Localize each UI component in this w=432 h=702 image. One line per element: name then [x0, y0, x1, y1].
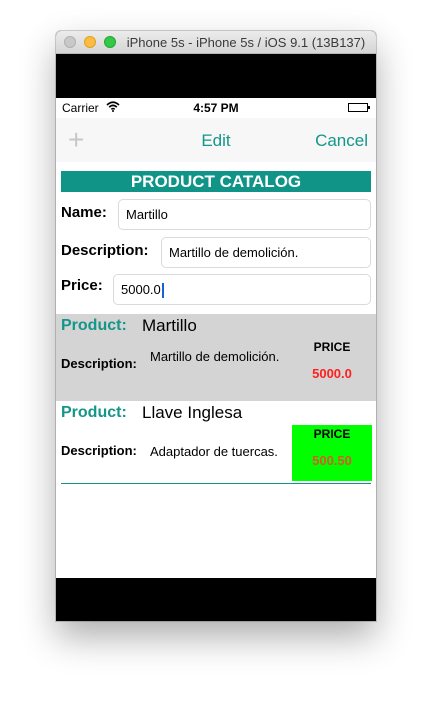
- close-window-button[interactable]: [64, 36, 76, 48]
- price-header: PRICE: [313, 427, 351, 441]
- simulator-window: iPhone 5s - iPhone 5s / iOS 9.1 (13B137)…: [56, 31, 376, 621]
- product-row[interactable]: Product: Martillo Description: Martillo …: [56, 314, 376, 401]
- cancel-button[interactable]: Cancel: [315, 131, 368, 151]
- description-label: Description:: [61, 356, 137, 371]
- product-label: Product:: [61, 404, 127, 421]
- phone-screen: Carrier 4:57 PM + Edit Cancel PRODUCT CA…: [56, 98, 376, 578]
- zoom-window-button[interactable]: [104, 36, 116, 48]
- product-description: Adaptador de tuercas.: [150, 444, 278, 459]
- price-field[interactable]: 5000.0: [113, 274, 371, 305]
- price-header: PRICE: [313, 340, 351, 354]
- price-field-value: 5000.0: [121, 282, 161, 297]
- product-price: 5000.0: [312, 366, 352, 381]
- text-cursor: [161, 283, 164, 299]
- description-label: Description:: [61, 242, 149, 259]
- clock: 4:57 PM: [193, 101, 239, 115]
- list-separator: [61, 483, 371, 484]
- battery-icon: [348, 103, 370, 112]
- price-label: Price:: [61, 277, 103, 294]
- window-titlebar: iPhone 5s - iPhone 5s / iOS 9.1 (13B137): [56, 31, 376, 54]
- description-label: Description:: [61, 443, 137, 458]
- description-field[interactable]: Martillo de demolición.: [161, 237, 371, 268]
- product-description: Martillo de demolición.: [150, 349, 280, 364]
- price-box: PRICE 5000.0: [292, 338, 372, 394]
- product-label: Product:: [61, 317, 127, 334]
- name-label: Name:: [61, 204, 107, 221]
- product-price: 500.50: [312, 453, 352, 468]
- product-row[interactable]: Product: Llave Inglesa Description: Adap…: [56, 401, 376, 488]
- catalog-title: PRODUCT CATALOG: [61, 171, 371, 192]
- status-bar: Carrier 4:57 PM: [56, 98, 376, 118]
- window-title: iPhone 5s - iPhone 5s / iOS 9.1 (13B137): [126, 35, 366, 50]
- minimize-window-button[interactable]: [84, 36, 96, 48]
- price-box: PRICE 500.50: [292, 425, 372, 481]
- navigation-bar: + Edit Cancel: [56, 118, 376, 162]
- name-field[interactable]: Martillo: [118, 199, 371, 230]
- product-name: Martillo: [142, 316, 197, 335]
- product-name: Llave Inglesa: [142, 403, 243, 422]
